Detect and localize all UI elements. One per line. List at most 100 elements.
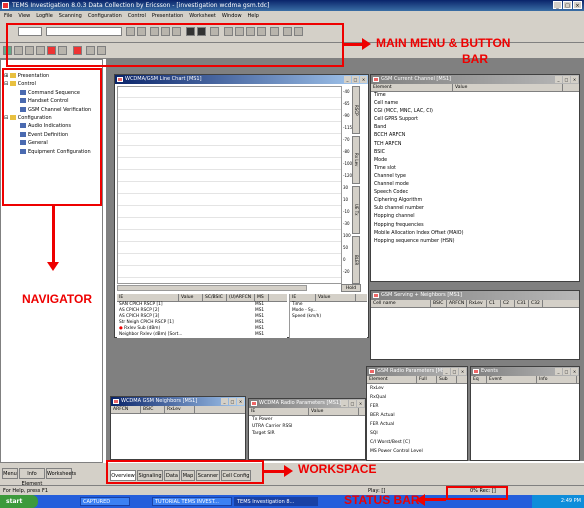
element-row: Ciphering Algorithm [374, 198, 423, 204]
maximize-button[interactable]: □ [563, 1, 572, 9]
menu-scanning[interactable]: Scanning [59, 11, 82, 21]
element-row: BER Actual [370, 413, 395, 418]
window-minimize-button[interactable]: _ [221, 398, 228, 405]
element-row: FER [370, 404, 379, 409]
main-menu-label-bar: BAR [462, 52, 488, 66]
menu-worksheet[interactable]: Worksheet [189, 11, 216, 21]
tab-menu[interactable]: Menu [2, 468, 18, 479]
window-close-button[interactable]: × [459, 368, 466, 375]
gsm-radio-titlebar: GSM Radio Parameters [MS1] _ □ × [367, 367, 467, 376]
gsm-current-channel-window[interactable]: GSM Current Channel [MS1] _ □ × Element Val… [370, 74, 580, 282]
col-rxlev: RxLev [467, 300, 487, 307]
element-row: TCH ARFCN [374, 141, 402, 147]
window-minimize-button[interactable]: _ [555, 76, 562, 83]
menu-file[interactable]: File [4, 11, 12, 21]
wcdma-neighbors-titlebar: WCDMA GSM Neighbors [MS1] _ □ × [111, 397, 245, 406]
wcdma-gsm-neighbors-window[interactable]: WCDMA GSM Neighbors [MS1] _ □ × ARFCN BSIC R… [110, 396, 246, 460]
window-minimize-button[interactable]: _ [555, 368, 562, 375]
window-maximize-button[interactable]: □ [563, 368, 570, 375]
element-row: Channel type [374, 173, 406, 179]
line-chart-window[interactable]: WCDMA/GSM Line Chart [MS1] _ □ × RSCP Rx L… [114, 74, 369, 338]
col-full: Full [417, 376, 437, 383]
col-element: Element [367, 376, 417, 383]
element-row: BSIC [374, 149, 386, 155]
events-window[interactable]: Events _ □ × Eq Event Info [470, 366, 580, 461]
col-info: Info [537, 376, 577, 383]
navigator-highlight-box [2, 68, 102, 206]
arrow-head-icon [47, 262, 59, 271]
tick-label: 10 [343, 197, 349, 202]
window-close-button[interactable]: × [360, 76, 367, 83]
window-maximize-button[interactable]: □ [229, 398, 236, 405]
tick-label: -40 [343, 89, 350, 94]
window-minimize-button[interactable]: _ [344, 76, 351, 83]
main-menu-label: MAIN MENU & BUTTON [376, 36, 511, 50]
window-close-button[interactable]: × [237, 398, 244, 405]
events-title: Events [481, 368, 498, 374]
element-row: Cell name [374, 101, 399, 107]
legend-row[interactable]: Neighbor Rxlev (dBm) [Sort... MS1 [117, 332, 287, 338]
menu-configuration[interactable]: Configuration [88, 11, 122, 21]
window-close-button[interactable]: × [357, 400, 364, 407]
tick-label: -115 [343, 125, 353, 130]
workspace-highlight-box [106, 460, 264, 484]
start-button[interactable]: start [0, 495, 38, 508]
rxlev-gauge: Rx Lev [352, 136, 360, 184]
taskbar-item-tutorial[interactable]: TUTORIAL TEMS INVEST... [152, 497, 232, 506]
legend-ms: MS1 [255, 332, 265, 337]
col-bsic: BSIC [431, 300, 447, 307]
chart-ie-table: IE Value Time Mode - Sy... Speed (km/h) [289, 294, 367, 338]
minimize-button[interactable]: _ [553, 1, 562, 9]
menu-help[interactable]: Help [248, 11, 259, 21]
col-c1: C1 [487, 300, 501, 307]
navigator-arrow [52, 206, 55, 264]
window-maximize-button[interactable]: □ [352, 76, 359, 83]
window-title: TEMS Investigation 8.0.3 Data Collection… [12, 2, 270, 9]
tab-worksheets[interactable]: Worksheets [46, 468, 76, 479]
system-tray: 2:49 PM [532, 495, 584, 508]
taskbar-item-captured[interactable]: CAPTURED [80, 497, 130, 506]
close-button[interactable]: × [573, 1, 582, 9]
window-icon [373, 77, 379, 82]
window-icon [369, 369, 375, 374]
title-bar: TEMS Investigation 8.0.3 Data Collection… [0, 0, 584, 11]
wcdma-radio-titlebar: WCDMA Radio Parameters [MS1] _ □ × [249, 399, 365, 408]
window-close-button[interactable]: × [571, 76, 578, 83]
menu-logfile[interactable]: Logfile [36, 11, 53, 21]
menu-control[interactable]: Control [128, 11, 146, 21]
tick-label: -20 [343, 269, 350, 274]
ie-row: Target SIR [252, 431, 275, 436]
gsm-serving-window[interactable]: GSM Serving + Neighbors [MS1] Cell name … [370, 290, 580, 360]
col-rxlev: RxLev [165, 406, 195, 413]
tick-label: -120 [343, 173, 353, 178]
tick-label: -90 [343, 113, 350, 118]
window-minimize-button[interactable]: _ [341, 400, 348, 407]
events-header: Eq Event Info [471, 376, 579, 384]
gsm-current-rows: Time Cell name CGI (MCC, MNC, LAC, CI) C… [371, 92, 579, 246]
window-close-button[interactable]: × [571, 368, 578, 375]
menu-presentation[interactable]: Presentation [152, 11, 183, 21]
col-c31: C31 [515, 300, 529, 307]
gsm-radio-parameters-window[interactable]: GSM Radio Parameters [MS1] _ □ × Element Fu… [366, 366, 468, 461]
element-row: Hopping sequence number (HSN) [374, 238, 455, 244]
rscp-gauge: RSCP [352, 86, 360, 134]
chart-scrollbar[interactable] [117, 285, 307, 291]
bler-gauge-label: BLER [354, 254, 359, 266]
tick-label: 30 [343, 185, 349, 190]
tick-label: -70 [343, 137, 350, 142]
window-minimize-button[interactable]: _ [443, 368, 450, 375]
menu-window[interactable]: Window [222, 11, 242, 21]
window-maximize-button[interactable]: □ [563, 76, 570, 83]
rscp-gauge-label: RSCP [354, 104, 359, 116]
menu-view[interactable]: View [18, 11, 30, 21]
line-chart-titlebar: WCDMA/GSM Line Chart [MS1] _ □ × [115, 75, 368, 84]
tab-info-element[interactable]: Info Element [19, 468, 45, 487]
red-dot-icon: ● [119, 326, 123, 331]
window-maximize-button[interactable]: □ [451, 368, 458, 375]
window-maximize-button[interactable]: □ [349, 400, 356, 407]
col-ie: IE [249, 408, 309, 415]
taskbar-item-tems[interactable]: TEMS Investigation 8... [234, 497, 318, 506]
wcdma-radio-parameters-window[interactable]: WCDMA Radio Parameters [MS1] _ □ × IE Value… [248, 398, 366, 460]
gauge-ticks: -40 -65 -90 -115 -70 -80 -100 -120 30 10… [343, 86, 352, 284]
hold-button[interactable]: Hold [341, 284, 361, 292]
